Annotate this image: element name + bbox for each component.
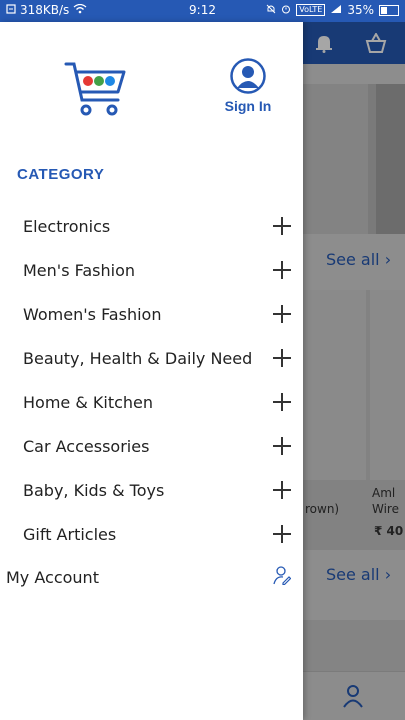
sign-in-label: Sign In (224, 98, 272, 114)
category-item-home-kitchen[interactable]: Home & Kitchen (0, 380, 303, 424)
category-label: Women's Fashion (23, 304, 162, 324)
category-item-womens-fashion[interactable]: Women's Fashion (0, 292, 303, 336)
my-account-label: My Account (6, 567, 99, 587)
expand-plus-icon[interactable] (273, 261, 291, 279)
signal-icon (330, 3, 342, 17)
expand-plus-icon[interactable] (273, 481, 291, 499)
category-label: Home & Kitchen (23, 392, 154, 412)
my-account-item[interactable]: My Account (0, 562, 303, 592)
category-item-baby-kids-toys[interactable]: Baby, Kids & Toys (0, 468, 303, 512)
battery-percent: 35% (347, 3, 374, 17)
account-circle-icon (230, 58, 266, 94)
mute-icon (266, 3, 276, 17)
category-label: Electronics (23, 216, 111, 236)
category-label: Baby, Kids & Toys (23, 480, 165, 500)
account-edit-icon (273, 565, 292, 589)
alarm-icon (281, 3, 291, 17)
category-item-gift-articles[interactable]: Gift Articles (0, 512, 303, 556)
category-label: Beauty, Health & Daily Need (23, 348, 253, 368)
category-item-mens-fashion[interactable]: Men's Fashion (0, 248, 303, 292)
status-bar: 318KB/s 9:12 VoLTE 35% (0, 0, 405, 22)
expand-plus-icon[interactable] (273, 349, 291, 367)
category-list: Electronics Men's Fashion Women's Fashio… (0, 204, 303, 556)
store-logo[interactable] (62, 58, 130, 120)
expand-plus-icon[interactable] (273, 393, 291, 411)
category-item-beauty-health[interactable]: Beauty, Health & Daily Need (0, 336, 303, 380)
expand-plus-icon[interactable] (273, 305, 291, 323)
volte-badge: VoLTE (296, 4, 326, 16)
navigation-drawer: Sign In CATEGORY Electronics Men's Fashi… (0, 22, 303, 720)
category-heading: CATEGORY (17, 166, 105, 183)
category-item-electronics[interactable]: Electronics (0, 204, 303, 248)
sign-in-button[interactable]: Sign In (218, 58, 278, 114)
expand-plus-icon[interactable] (273, 217, 291, 235)
category-item-car-accessories[interactable]: Car Accessories (0, 424, 303, 468)
battery-icon (379, 4, 399, 16)
category-label: Men's Fashion (23, 260, 135, 280)
expand-plus-icon[interactable] (273, 525, 291, 543)
category-label: Car Accessories (23, 436, 150, 456)
expand-plus-icon[interactable] (273, 437, 291, 455)
category-label: Gift Articles (23, 524, 117, 544)
